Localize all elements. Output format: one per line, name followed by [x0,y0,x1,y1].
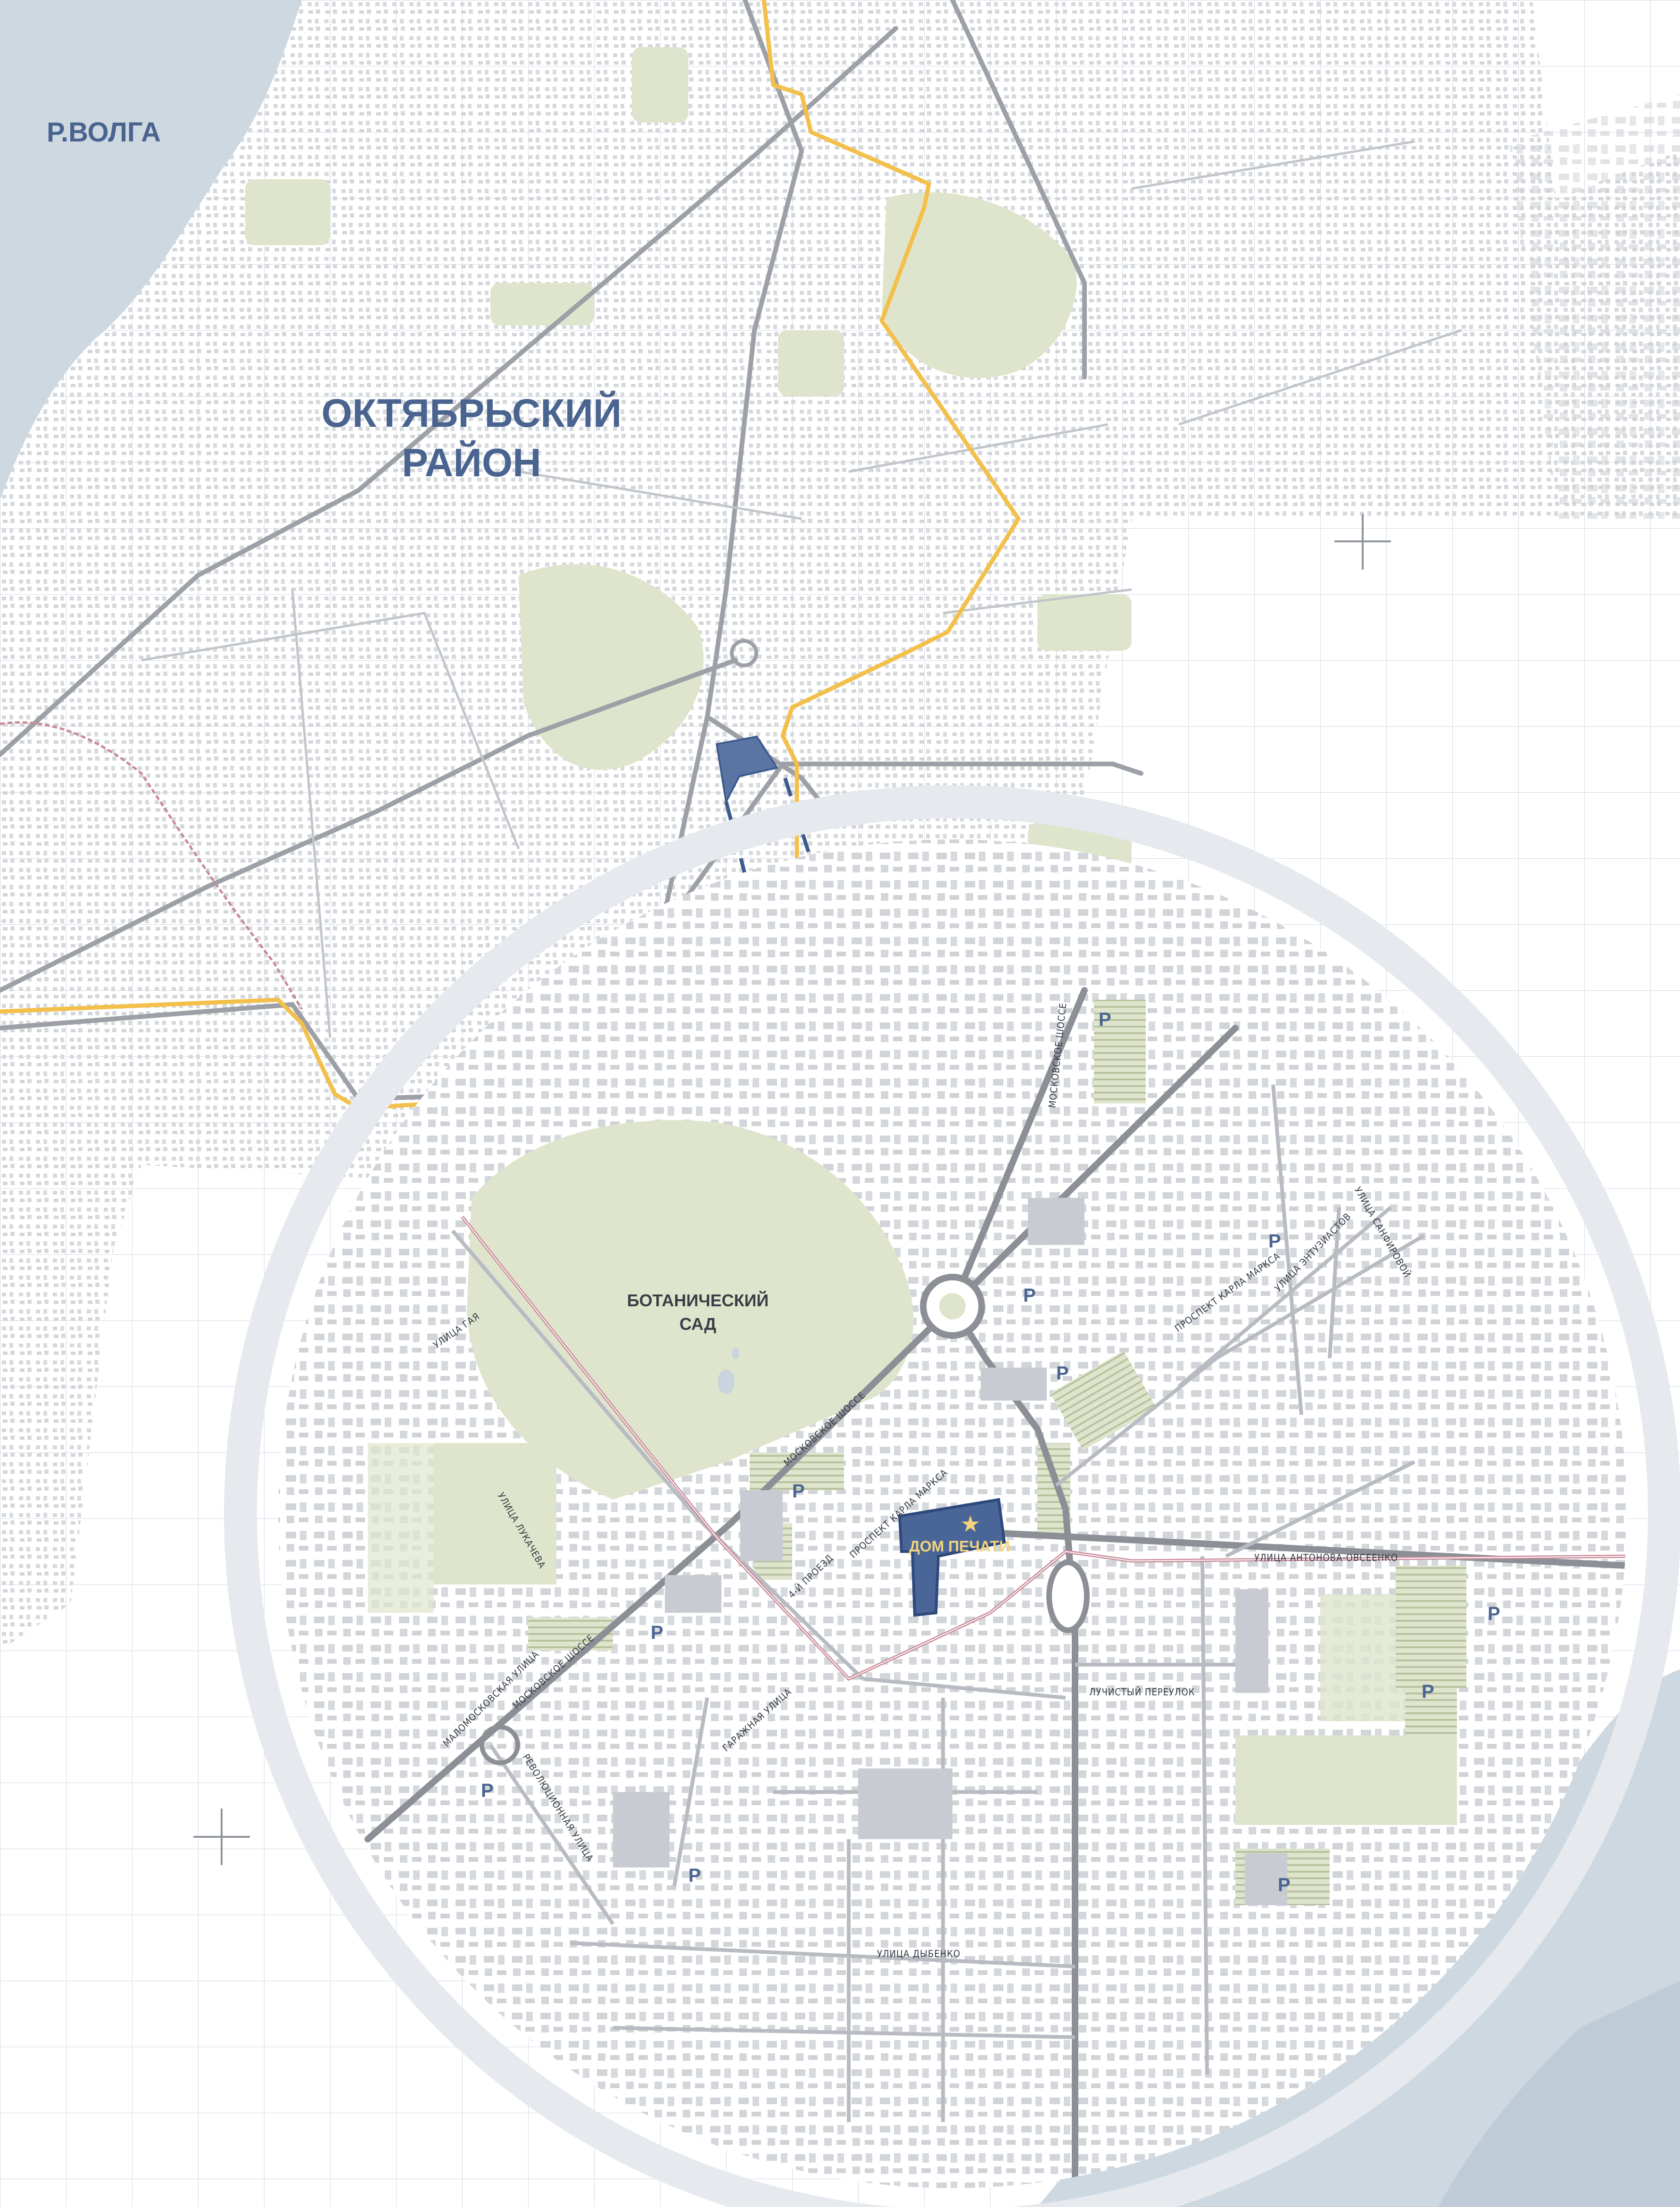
parking-icon: P [1023,1285,1036,1306]
zoom-circle-content [278,839,1627,2188]
park-label-line2: САД [679,1314,716,1334]
parking-icon: P [792,1481,805,1502]
parking-icon: P [1099,1009,1111,1030]
parking-icon: P [1422,1681,1434,1702]
parking-icon: P [651,1622,663,1643]
street-antonova: УЛИЦА АНТОНОВА-ОВСЕЕНКО [1254,1552,1398,1563]
target-building-label: ДОМ ПЕЧАТИ [909,1538,1010,1555]
district-label-line2: РАЙОН [402,440,541,485]
river-label: Р.ВОЛГА [47,117,161,148]
district-label-line1: ОКТЯБРЬСКИЙ [322,391,622,435]
parking-icon: P [1278,1875,1291,1895]
parking-icon: P [688,1865,701,1886]
parking-icon: P [1268,1231,1281,1252]
roundabout-south [1046,1560,1090,1633]
parking-icon: P [1056,1363,1069,1384]
map-canvas: Р.ВОЛГА ОКТЯБРЬСКИЙ РАЙОН БОТАНИЧЕСКИЙ С… [0,0,1680,2207]
parking-icon: P [481,1780,494,1801]
park-label-line1: БОТАНИЧЕСКИЙ [627,1290,769,1310]
parking-icon: P [1488,1603,1500,1624]
street-dybenko: УЛИЦА ДЫБЕНКО [877,1948,960,1959]
street-luchisty: ЛУЧИСТЫЙ ПЕРЕУЛОК [1089,1686,1195,1698]
roundabout-north-island [939,1293,966,1319]
star-icon: ★ [960,1511,980,1537]
